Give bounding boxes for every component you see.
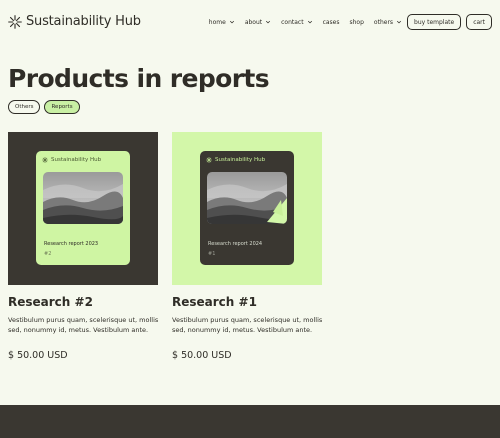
chevron-down-icon [307,20,312,24]
cover-brand: Sustainability Hub [42,157,124,163]
report-cover: Sustainability Hub Research report 2024 … [200,151,294,265]
page-title: Products in reports [8,64,270,93]
nav-item-label: about [244,18,263,26]
sustainability-star-icon [42,157,48,163]
filter-chip-reports[interactable]: Reports [44,100,80,114]
nav-item-cases[interactable]: cases [323,19,340,26]
chevron-down-icon [229,20,234,24]
product-title[interactable]: Research #1 [172,295,322,309]
product-price: $ 50.00 USD [8,350,68,361]
product-image[interactable]: Sustainability Hub Research report 2023 … [8,132,158,285]
filter-chip-others[interactable]: Others [8,100,41,114]
site-header: Sustainability Hub home about contact ca… [8,12,492,36]
cover-brand: Sustainability Hub [206,157,288,163]
cover-report-number: #1 [208,251,216,257]
nav-item-home[interactable]: home [209,19,235,26]
product-card[interactable]: Sustainability Hub Research report 2024 … [172,132,322,361]
sustainability-star-icon [206,157,212,163]
nav-item-label: cases [322,18,340,26]
chevron-down-icon [396,20,402,24]
cart-button[interactable]: cart [466,14,492,30]
buy-template-button[interactable]: buy template [407,14,462,30]
category-filters: Others Reports [8,100,84,114]
nav-item-about[interactable]: about [245,19,271,26]
nav-item-label: home [208,18,226,26]
product-description: Vestibulum purus quam, scelerisque ut, m… [172,316,323,334]
product-price: $ 50.00 USD [172,350,232,361]
brand-logo-link[interactable]: Sustainability Hub [8,14,141,29]
cover-report-title: Research report 2024 [208,241,263,247]
cover-brand-name: Sustainability Hub [51,157,102,163]
nav-item-label: others [373,18,394,26]
chevron-down-icon [266,20,271,24]
product-description: Vestibulum purus quam, scelerisque ut, m… [8,316,159,334]
brand-name: Sustainability Hub [26,14,141,29]
product-title[interactable]: Research #2 [8,295,158,309]
product-card[interactable]: Sustainability Hub Research report 2023 … [8,132,158,361]
nav-item-label: contact [281,18,304,26]
nav-item-contact[interactable]: contact [281,19,312,26]
cover-report-title: Research report 2023 [44,241,99,247]
main-nav: home about contact cases shop others buy… [199,12,492,32]
cover-report-number: #2 [44,251,52,257]
landscape-photo [43,172,123,224]
cover-brand-name: Sustainability Hub [215,157,266,163]
nav-item-shop[interactable]: shop [350,19,364,26]
site-footer [0,405,500,438]
landscape-photo [207,172,287,224]
nav-item-label: shop [349,18,364,26]
product-image[interactable]: Sustainability Hub Research report 2024 … [172,132,322,285]
report-cover: Sustainability Hub Research report 2023 … [36,151,130,265]
sustainability-star-icon [8,14,22,29]
nav-item-others[interactable]: others [374,19,402,26]
